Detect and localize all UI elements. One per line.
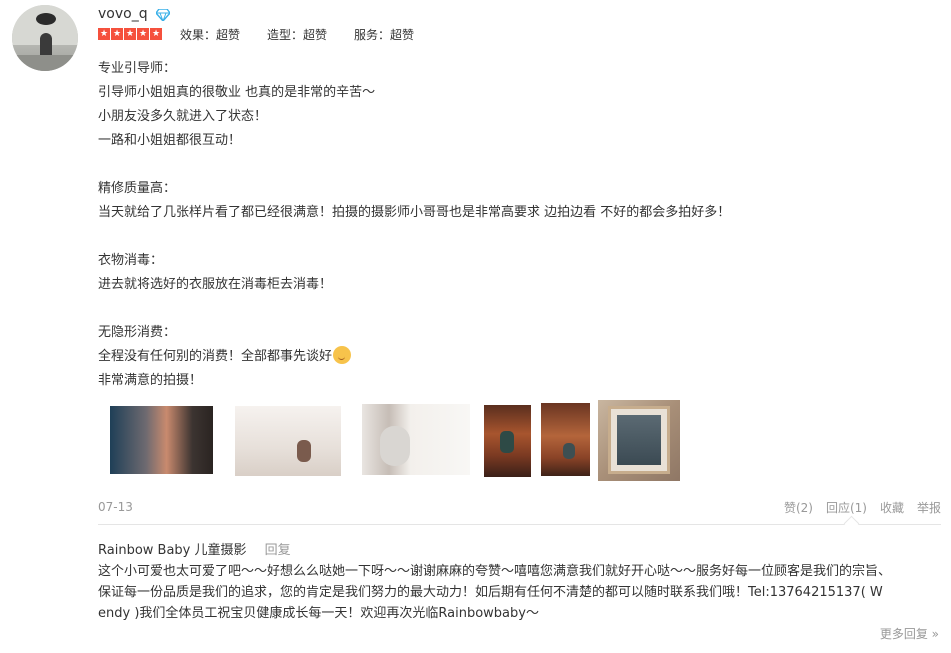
review-line: 引导师小姐姐真的很敬业 也真的是非常的辛苦～: [98, 85, 376, 100]
review-line: 专业引导师：: [98, 61, 177, 76]
user-avatar[interactable]: [12, 5, 78, 71]
rating-stars: ★ ★ ★ ★ ★: [98, 28, 162, 40]
review-line: [98, 153, 730, 177]
score-effect: 效果：超赞: [180, 28, 241, 42]
reply-header: Rainbow Baby 儿童摄影 回复: [98, 539, 291, 558]
star-icon: ★: [150, 28, 162, 40]
username[interactable]: vovo_q: [98, 6, 148, 22]
review-photo[interactable]: [362, 404, 470, 475]
review-date: 07-13: [98, 500, 133, 514]
review-line: 进去就将选好的衣服放在消毒柜去消毒！: [98, 277, 333, 292]
review-photo[interactable]: [541, 403, 590, 476]
report-button[interactable]: 举报: [917, 499, 941, 516]
more-replies-link[interactable]: 更多回复 »: [880, 625, 939, 642]
reply-text: 这个小可爱也太可爱了吧～～好想么么哒她一下呀～～谢谢麻麻的夸赞～嘻嘻您满意我们就…: [98, 561, 938, 624]
reply-line: endy )我们全体员工祝宝贝健康成长每一天！欢迎再次光临Rainbowbaby…: [98, 606, 539, 621]
review-photo[interactable]: [598, 400, 680, 481]
review-photo[interactable]: [484, 405, 531, 477]
score-service: 服务：超赞: [354, 28, 415, 42]
review-line: 全程没有任何别的消费！全部都事先谈好: [98, 345, 730, 369]
review-line: 一路和小姐姐都很互动！: [98, 133, 242, 148]
star-icon: ★: [124, 28, 136, 40]
score-styling: 造型：超赞: [267, 28, 328, 42]
reply-line: 这个小可爱也太可爱了吧～～好想么么哒她一下呀～～谢谢麻麻的夸赞～嘻嘻您满意我们就…: [98, 564, 892, 579]
score-list: 效果：超赞 造型：超赞 服务：超赞: [180, 26, 441, 43]
reply-link[interactable]: 回复: [265, 543, 291, 558]
reply-pointer-caret: [843, 515, 860, 532]
review-actions: 赞(2) 回应(1) 收藏 举报: [771, 499, 941, 516]
reply-count-button[interactable]: 回应(1): [826, 499, 867, 516]
review-text: 专业引导师： 引导师小姐姐真的很敬业 也真的是非常的辛苦～ 小朋友没多久就进入了…: [98, 57, 730, 393]
star-icon: ★: [98, 28, 110, 40]
star-icon: ★: [111, 28, 123, 40]
reply-line: 保证每一份品质是我们的追求，您的肯定是我们努力的最大动力！如后期有任何不清楚的都…: [98, 585, 883, 600]
smile-emoji-icon: [333, 346, 352, 364]
review-line: 非常满意的拍摄！: [98, 373, 203, 388]
review-line: 小朋友没多久就进入了状态！: [98, 109, 268, 124]
review-photo[interactable]: [235, 406, 341, 476]
star-icon: ★: [137, 28, 149, 40]
review-line-text: 全程没有任何别的消费！全部都事先谈好: [98, 349, 333, 364]
review-line: [98, 297, 730, 321]
review-line: 当天就给了几张样片看了都已经很满意！拍摄的摄影师小哥哥也是非常高要求 边拍边看 …: [98, 205, 731, 220]
like-button[interactable]: 赞(2): [784, 499, 813, 516]
review-line: 无隐形消费：: [98, 325, 177, 340]
diamond-icon: [156, 9, 170, 21]
reply-author[interactable]: Rainbow Baby 儿童摄影: [98, 543, 247, 558]
review-line: 衣物消毒：: [98, 253, 164, 268]
favorite-button[interactable]: 收藏: [880, 499, 904, 516]
review-line: 精修质量高：: [98, 181, 177, 196]
review-photo[interactable]: [110, 406, 213, 474]
review-line: [98, 225, 730, 249]
divider: [98, 524, 941, 525]
